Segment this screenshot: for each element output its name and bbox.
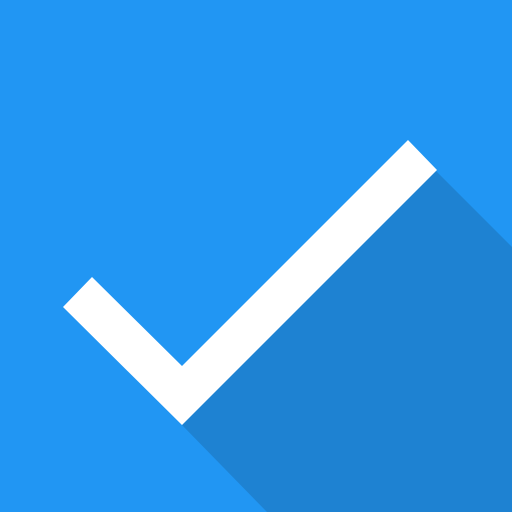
checkmark-app-icon bbox=[0, 0, 512, 512]
checkmark-icon-graphic bbox=[0, 0, 512, 512]
